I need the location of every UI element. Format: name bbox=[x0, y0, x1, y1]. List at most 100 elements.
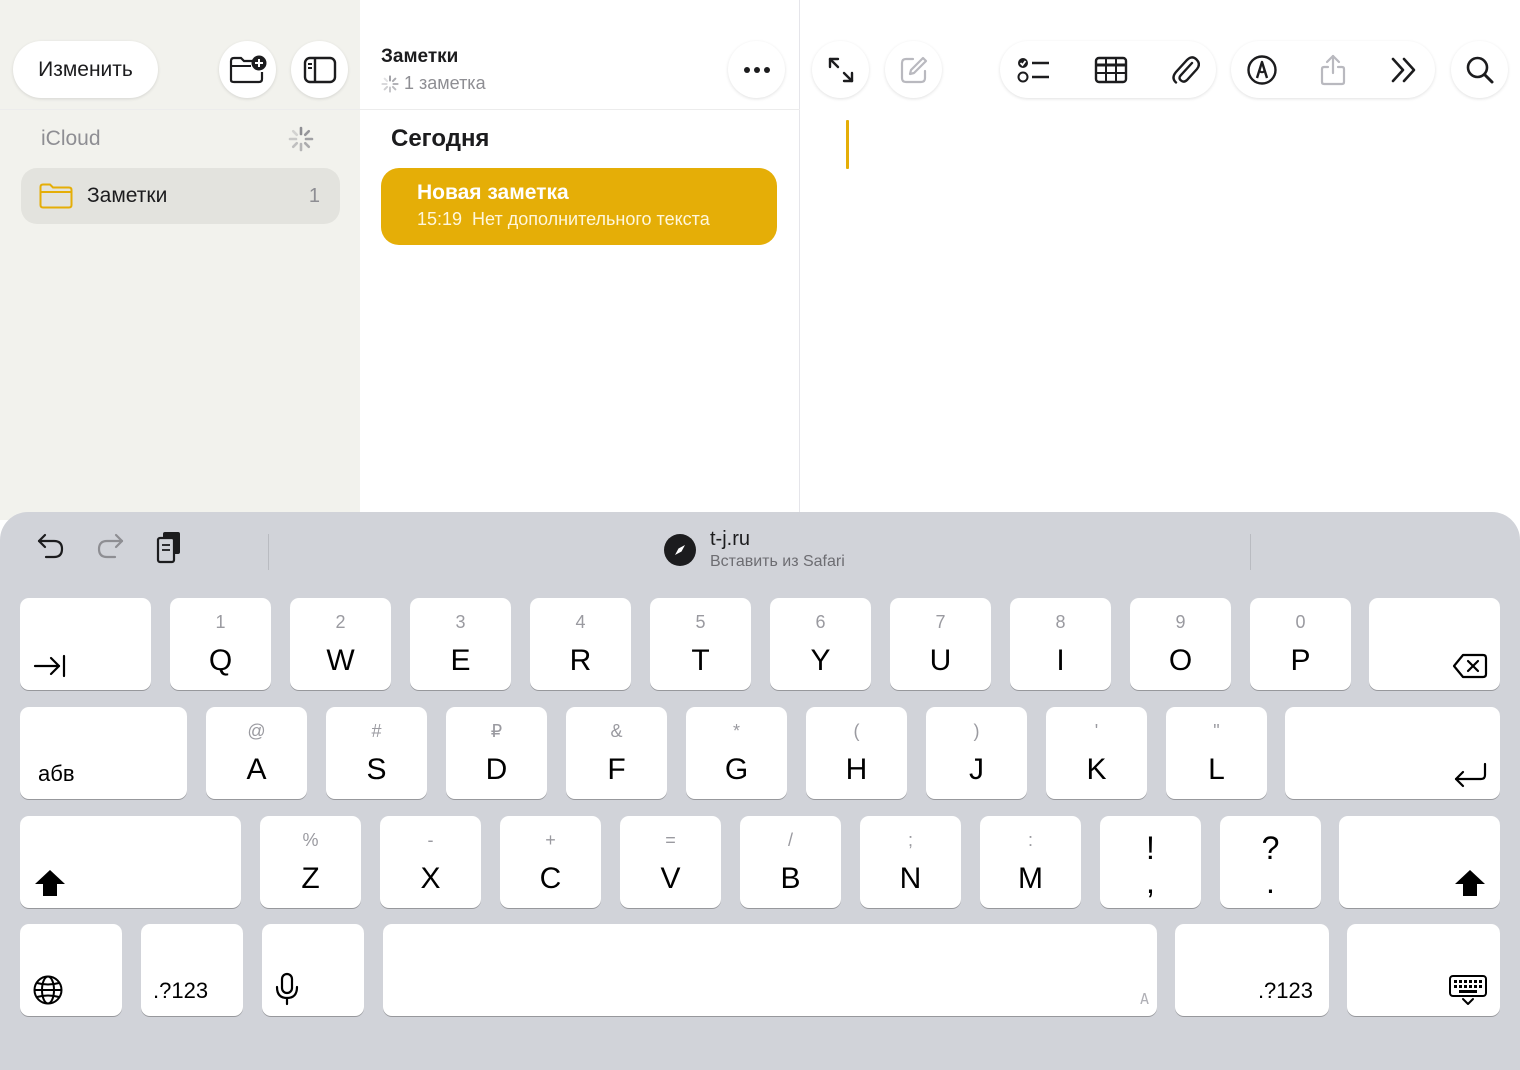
note-meta: 15:19 Нет дополнительного текста bbox=[417, 209, 741, 230]
key-hide-keyboard[interactable] bbox=[1347, 924, 1500, 1016]
shortcut-divider bbox=[268, 534, 269, 570]
key-numbers-left[interactable]: .?123 bbox=[141, 924, 243, 1016]
key-g[interactable]: * G bbox=[686, 707, 787, 799]
key-w[interactable]: 2W bbox=[290, 598, 391, 690]
key-e[interactable]: 3E bbox=[410, 598, 511, 690]
more-tools-button[interactable] bbox=[1375, 41, 1432, 98]
key-tab[interactable] bbox=[20, 598, 151, 690]
key-u[interactable]: 7U bbox=[890, 598, 991, 690]
key-j[interactable]: ) J bbox=[926, 707, 1027, 799]
key-backspace[interactable] bbox=[1369, 598, 1500, 690]
globe-icon bbox=[33, 975, 63, 1005]
key-shift-right[interactable] bbox=[1339, 816, 1500, 908]
search-icon bbox=[1466, 56, 1493, 83]
attachment-button[interactable] bbox=[1156, 41, 1213, 98]
new-folder-icon bbox=[229, 55, 266, 83]
key-p[interactable]: 0P bbox=[1250, 598, 1351, 690]
key-y[interactable]: 6Y bbox=[770, 598, 871, 690]
key-language-cyrillic[interactable]: абв bbox=[20, 707, 187, 799]
sidebar-folder-notes[interactable]: Заметки 1 bbox=[21, 168, 340, 224]
table-icon bbox=[1094, 56, 1127, 83]
suggestion-source: Вставить из Safari bbox=[710, 553, 845, 570]
key-l[interactable]: " L bbox=[1166, 707, 1267, 799]
sync-spinner-icon bbox=[288, 126, 314, 152]
key-c[interactable]: + C bbox=[500, 816, 601, 908]
key-q[interactable]: 1Q bbox=[170, 598, 271, 690]
key-question-period[interactable]: ?. bbox=[1220, 816, 1321, 908]
shift-icon bbox=[1455, 870, 1485, 896]
compose-button[interactable] bbox=[885, 41, 942, 98]
sidebar-icon bbox=[303, 56, 336, 83]
note-list-item[interactable]: Новая заметка 15:19 Нет дополнительного т… bbox=[381, 168, 777, 245]
text-cursor bbox=[846, 120, 849, 169]
key-t[interactable]: 5T bbox=[650, 598, 751, 690]
key-return[interactable] bbox=[1285, 707, 1500, 799]
expand-arrows-icon bbox=[828, 57, 853, 82]
double-chevron-right-icon bbox=[1391, 57, 1415, 82]
share-toolbar-group bbox=[1231, 41, 1435, 98]
key-x[interactable]: -X bbox=[380, 816, 481, 908]
folder-icon bbox=[39, 183, 73, 209]
paperclip-icon bbox=[1171, 55, 1200, 84]
sidebar-toggle-button[interactable] bbox=[291, 41, 348, 98]
key-o[interactable]: 9O bbox=[1130, 598, 1231, 690]
note-time: 15:19 bbox=[417, 209, 463, 229]
shortcut-divider bbox=[1250, 534, 1251, 570]
microphone-icon bbox=[275, 972, 299, 1006]
sync-spinner-icon bbox=[381, 74, 399, 93]
folder-count: 1 bbox=[308, 184, 320, 207]
paste-suggestion[interactable]: t-j.ru Вставить из Safari bbox=[664, 528, 845, 571]
section-header-today: Сегодня bbox=[391, 125, 490, 152]
key-m[interactable]: :M bbox=[980, 816, 1081, 908]
key-d[interactable]: ₽ D bbox=[446, 707, 547, 799]
key-h[interactable]: (H bbox=[806, 707, 907, 799]
icloud-section-label: iCloud bbox=[41, 127, 101, 150]
more-options-button[interactable] bbox=[728, 41, 785, 98]
key-r[interactable]: 4R bbox=[530, 598, 631, 690]
checklist-icon bbox=[1017, 57, 1049, 82]
safari-compass-icon bbox=[664, 533, 696, 566]
key-f[interactable]: & F bbox=[566, 707, 667, 799]
undo-icon[interactable] bbox=[36, 531, 66, 561]
delete-backward-icon bbox=[1452, 653, 1488, 679]
key-z[interactable]: % Z bbox=[260, 816, 361, 908]
markup-pen-icon bbox=[1246, 54, 1277, 85]
note-title: Новая заметка bbox=[417, 181, 569, 204]
key-n[interactable]: ; N bbox=[860, 816, 961, 908]
paste-icon[interactable] bbox=[155, 530, 183, 564]
key-a[interactable]: @ A bbox=[206, 707, 307, 799]
keyboard-dismiss-icon bbox=[1449, 975, 1487, 1005]
checklist-button[interactable] bbox=[1005, 41, 1062, 98]
expand-button[interactable] bbox=[812, 41, 869, 98]
list-subtitle: 1 заметка bbox=[381, 73, 486, 94]
key-globe[interactable] bbox=[20, 924, 122, 1016]
note-list-column: Заметки 1 заметка Сегодня Новая заметка … bbox=[360, 0, 800, 520]
edit-button[interactable]: Изменить bbox=[13, 41, 158, 98]
key-exclamation-comma[interactable]: !, bbox=[1100, 816, 1201, 908]
new-folder-button[interactable] bbox=[219, 41, 276, 98]
share-button[interactable] bbox=[1304, 41, 1361, 98]
note-preview: Нет дополнительного текста bbox=[472, 209, 710, 229]
key-numbers-right[interactable]: .?123 bbox=[1175, 924, 1329, 1016]
list-title: Заметки bbox=[381, 46, 459, 67]
redo-icon[interactable] bbox=[95, 531, 125, 561]
tab-icon bbox=[33, 654, 66, 678]
search-button[interactable] bbox=[1451, 41, 1508, 98]
key-k[interactable]: ' K bbox=[1046, 707, 1147, 799]
key-b[interactable]: / B bbox=[740, 816, 841, 908]
suggestion-url: t-j.ru bbox=[710, 528, 750, 550]
key-dictation[interactable] bbox=[262, 924, 364, 1016]
format-toolbar-group bbox=[1000, 41, 1216, 98]
ellipsis-icon bbox=[743, 66, 770, 73]
return-icon bbox=[1454, 762, 1487, 788]
markup-button[interactable] bbox=[1233, 41, 1290, 98]
key-s[interactable]: # S bbox=[326, 707, 427, 799]
table-button[interactable] bbox=[1082, 41, 1139, 98]
key-v[interactable]: = V bbox=[620, 816, 721, 908]
folder-label: Заметки bbox=[87, 184, 168, 207]
key-shift-left[interactable] bbox=[20, 816, 241, 908]
share-icon bbox=[1320, 54, 1345, 85]
key-i[interactable]: 8I bbox=[1010, 598, 1111, 690]
key-space[interactable]: A bbox=[383, 924, 1157, 1016]
shift-icon bbox=[35, 870, 65, 896]
